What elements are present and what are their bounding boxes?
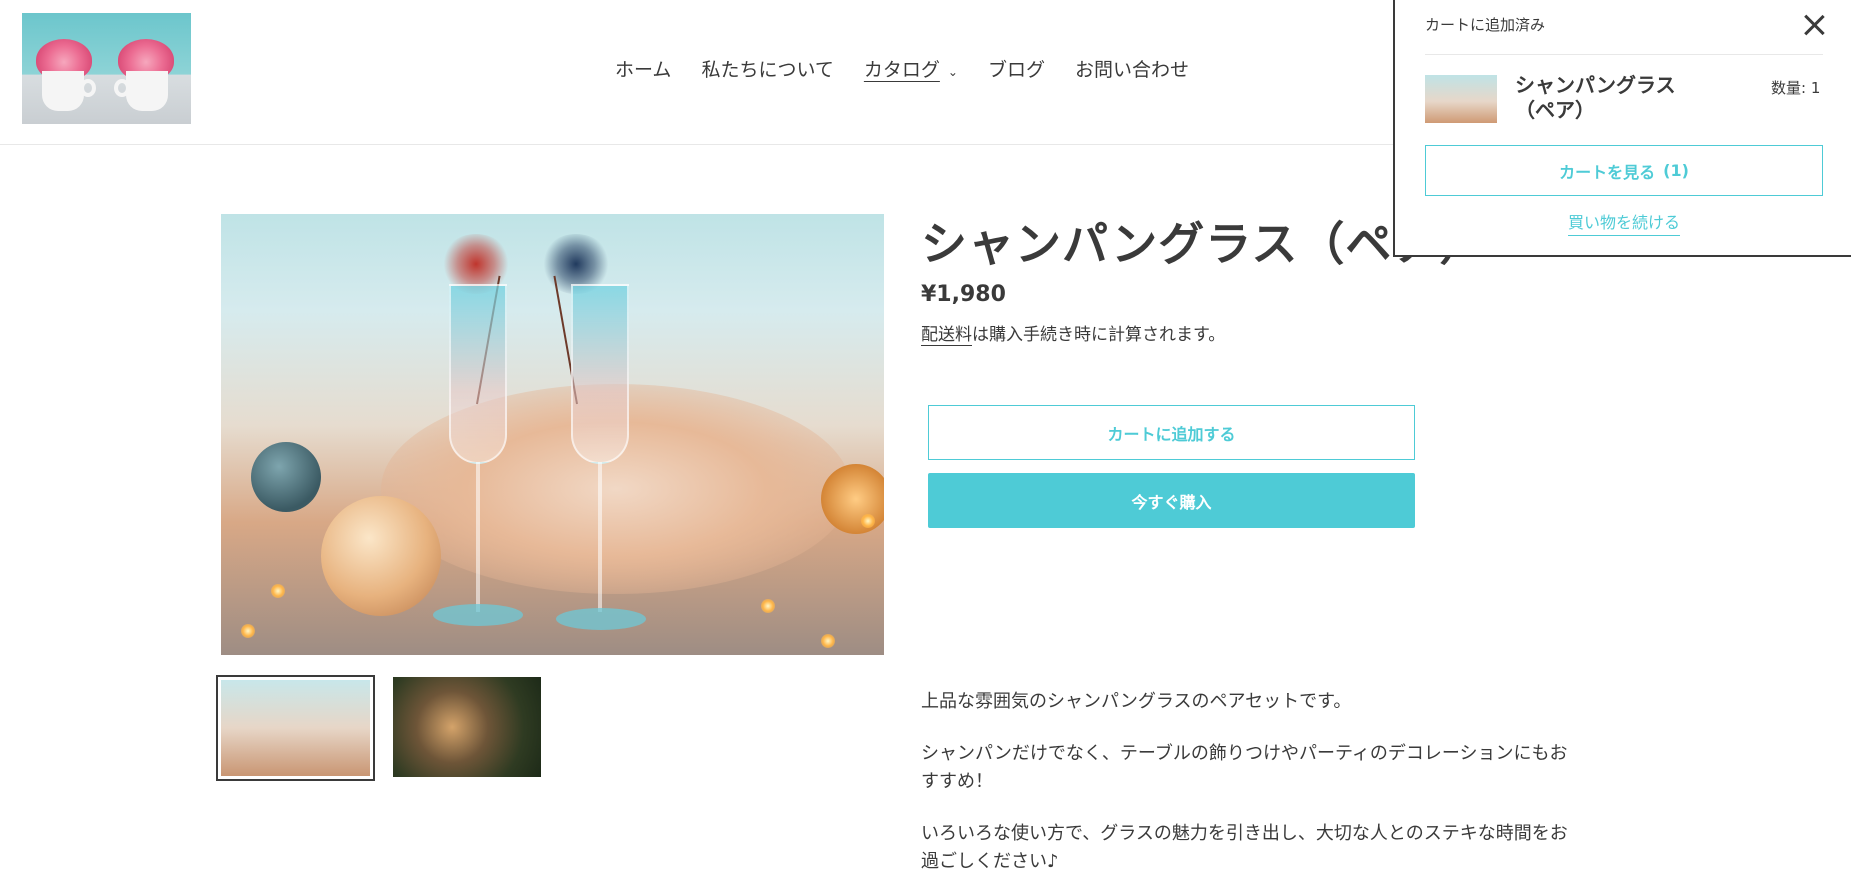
nav-item-catalog-label: カタログ [863, 59, 940, 81]
nav-item-home[interactable]: ホーム [615, 55, 671, 82]
description-paragraph-2: シャンパンだけでなく、テーブルの飾りつけやパーティのデコレーションにもおすすめ！ [921, 743, 1568, 792]
description-paragraph-1: 上品な雰囲気のシャンパングラスのペアセットです。 [921, 691, 1352, 712]
cup-right [126, 71, 168, 111]
ornament-right [821, 464, 884, 534]
view-cart-button[interactable]: カートを見る (1) [1425, 145, 1823, 196]
continue-shopping-link[interactable]: 買い物を続ける [1395, 209, 1851, 236]
product-main-image[interactable] [221, 214, 884, 655]
nav-item-about[interactable]: 私たちについて [701, 55, 833, 82]
cart-popup: カートに追加済み シャンパングラス（ペア） 数量: 1 カートを見る (1) 買… [1393, 0, 1851, 257]
base-right [556, 608, 646, 630]
glass-left [449, 284, 507, 464]
add-to-cart-button[interactable]: カートに追加する [928, 405, 1415, 460]
cart-item-image [1425, 75, 1497, 123]
view-cart-count: (1) [1663, 161, 1689, 180]
nav-item-catalog[interactable]: カタログ ⌄ [864, 55, 958, 82]
shipping-link[interactable]: 配送料 [921, 325, 972, 345]
product-thumbnail-1[interactable] [216, 675, 375, 781]
chevron-down-icon: ⌄ [947, 65, 958, 79]
buy-now-button[interactable]: 今すぐ購入 [928, 473, 1415, 528]
cup-handle-left [80, 79, 96, 97]
view-cart-label: カートを見る [1559, 162, 1656, 182]
cart-item-name: シャンパングラス（ペア） [1515, 73, 1676, 122]
ornament-gold [321, 496, 441, 616]
base-left [433, 604, 523, 626]
light-3 [761, 599, 775, 613]
product-description: 上品な雰囲気のシャンパングラスのペアセットです。 シャンパンだけでなく、テーブル… [921, 688, 1581, 881]
cup-left [42, 71, 84, 111]
shipping-note: 配送料は購入手続き時に計算されます。 [921, 320, 1225, 345]
nav-item-contact[interactable]: お問い合わせ [1075, 55, 1189, 82]
light-2 [241, 624, 255, 638]
continue-shopping-label: 買い物を続ける [1567, 213, 1680, 236]
cart-item-quantity: 数量: 1 [1771, 79, 1821, 97]
store-logo[interactable] [22, 13, 191, 124]
cart-popup-heading: カートに追加済み [1425, 16, 1546, 34]
light-1 [271, 584, 285, 598]
close-icon[interactable] [1799, 10, 1829, 40]
product-price: ¥1,980 [921, 282, 1006, 307]
nav-item-blog[interactable]: ブログ [988, 55, 1045, 82]
glass-right [571, 284, 629, 464]
description-paragraph-3: いろいろな使い方で、グラスの魅力を引き出し、大切な人とのステキな時間をお過ごしく… [921, 823, 1568, 872]
stem-left [476, 462, 480, 612]
shipping-note-text: は購入手続き時に計算されます。 [972, 325, 1226, 345]
light-4 [821, 634, 835, 648]
product-thumbnail-2[interactable] [393, 677, 541, 777]
divider [1425, 54, 1823, 55]
light-5 [861, 514, 875, 528]
main-nav: ホーム 私たちについて カタログ ⌄ ブログ お問い合わせ [615, 55, 1189, 82]
thumbnail-1-image [221, 680, 370, 776]
stem-right [598, 462, 602, 612]
ornament-blue [251, 442, 321, 512]
cup-handle-right [114, 79, 130, 97]
